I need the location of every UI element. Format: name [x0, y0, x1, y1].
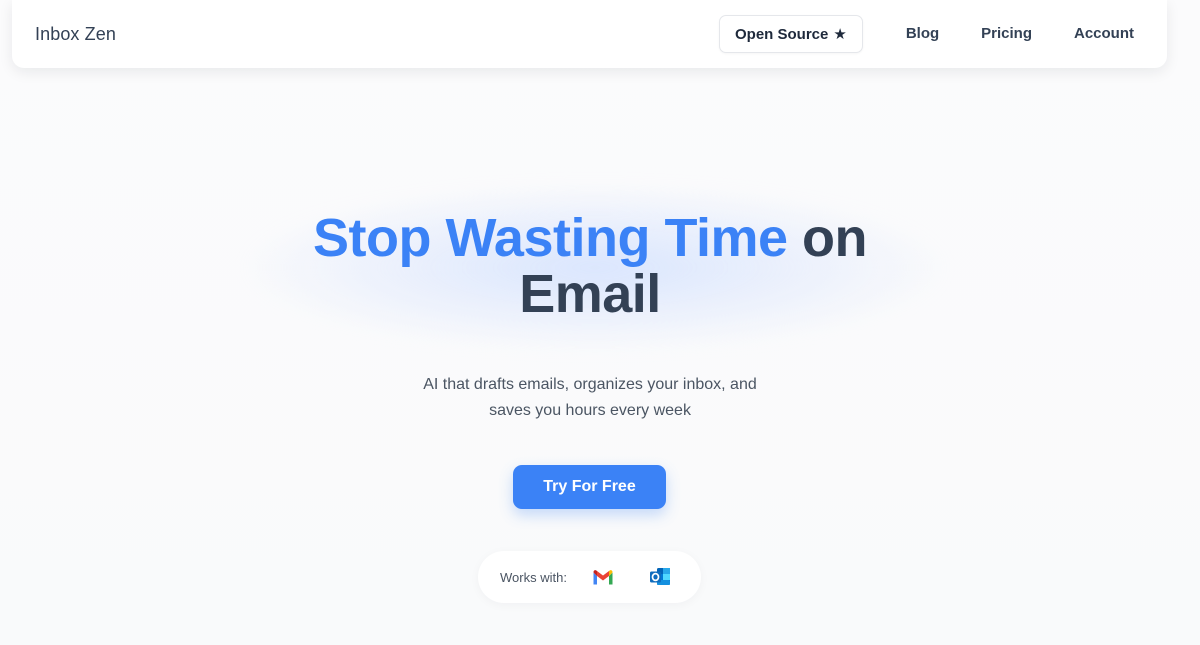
- nav-link-account[interactable]: Account: [1053, 15, 1145, 53]
- open-source-label: Open Source: [735, 25, 829, 43]
- hero-subtitle: AI that drafts emails, organizes your in…: [390, 372, 790, 424]
- headline-rest: on: [802, 208, 868, 268]
- outlook-icon: [648, 565, 672, 589]
- works-with-badge: Works with:: [478, 551, 701, 603]
- headline-line2: Email: [519, 264, 661, 324]
- subtitle-line1: AI that drafts emails, organizes your in…: [423, 376, 757, 393]
- nav-link-pricing[interactable]: Pricing: [960, 15, 1053, 53]
- landing-page: Inbox Zen Open Source ★ Blog Pricing Acc…: [0, 0, 1200, 645]
- navbar: Inbox Zen Open Source ★ Blog Pricing Acc…: [12, 0, 1167, 68]
- gmail-icon: [591, 565, 615, 589]
- open-source-button[interactable]: Open Source ★: [719, 15, 863, 53]
- works-with-label: Works with:: [500, 569, 567, 585]
- subtitle-line2: saves you hours every week: [489, 402, 691, 419]
- nav-link-blog[interactable]: Blog: [885, 15, 960, 53]
- nav-menu: Open Source ★ Blog Pricing Account: [719, 15, 1145, 53]
- headline-accent: Stop Wasting Time: [312, 208, 788, 268]
- brand-logo[interactable]: Inbox Zen: [35, 24, 116, 45]
- star-icon: ★: [833, 25, 847, 43]
- try-for-free-button[interactable]: Try For Free: [513, 465, 666, 509]
- hero-headline: Stop Wasting Time on Email: [0, 210, 1180, 322]
